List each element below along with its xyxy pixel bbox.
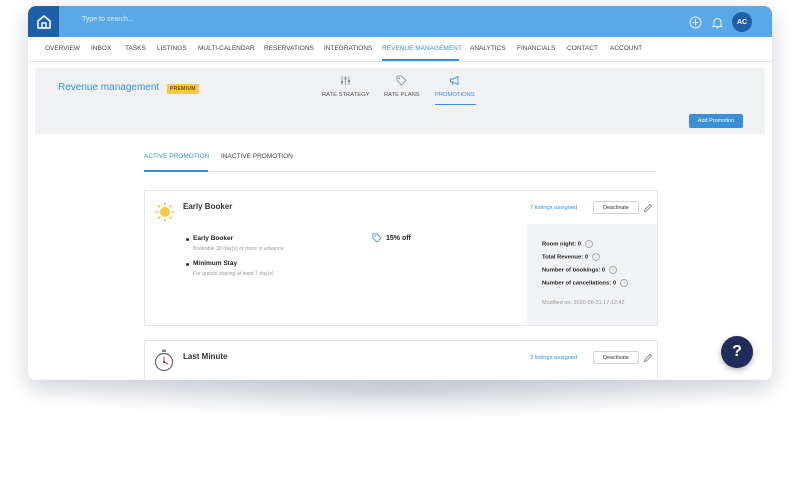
nav-tasks[interactable]: TASKS [125,45,146,52]
condition-title: Early Booker [193,235,234,242]
edit-pencil-icon[interactable] [643,353,653,363]
nav-multi-calendar[interactable]: MULTI-CALENDAR [198,45,255,52]
nav-revenue-management[interactable]: REVENUE MANAGEMENT [382,45,462,52]
nav-financials[interactable]: FINANCIALS [517,45,555,52]
discount-tag-icon [372,233,382,243]
add-circle-icon[interactable] [688,15,702,29]
stat-cancellations-text: Number of cancellations: 0 [542,280,617,287]
bell-icon[interactable] [710,15,724,29]
condition-title: Minimum Stay [193,260,238,267]
nav-analytics[interactable]: ANALYTICS [470,45,506,52]
search-input[interactable]: Type to search... [82,16,134,23]
help-circle-icon[interactable]: ? [620,279,629,287]
promotion-card-early-booker: Early Booker 7 listings assigned Deactiv… [144,190,658,326]
page-header: Revenue management PREMIUM RATE STRATEGY… [35,68,765,134]
drag-handle-icon[interactable]: · · · [757,346,759,359]
stat-bookings-text: Number of bookings: 0 [542,267,606,274]
main-nav: OVERVIEW INBOX TASKS LISTINGS MULTI-CALE… [28,37,772,62]
condition-detail: Bookable 30 day(s) or more in advance [193,246,284,252]
nav-account[interactable]: ACCOUNT [610,45,642,52]
discount-value: 15% off [386,235,411,242]
user-avatar[interactable]: AC [732,12,752,32]
tab-rate-plans[interactable]: RATE PLANS [384,75,420,98]
promotion-name: Early Booker [183,202,233,211]
tab-promotions[interactable]: PROMOTIONS [435,75,475,98]
app-window: Type to search... AC OVERVIEW INBOX TASK… [28,6,772,380]
nav-reservations[interactable]: RESERVATIONS [264,45,314,52]
help-circle-icon[interactable]: ? [591,253,600,261]
add-promotion-button[interactable]: Add Promotion [689,114,743,128]
top-icons: AC [688,12,752,32]
tab-promotions-label: PROMOTIONS [435,92,475,98]
help-circle-icon[interactable]: ? [609,266,618,274]
premium-badge: PREMIUM [167,84,199,94]
edit-pencil-icon[interactable] [643,203,653,213]
promo-tab-active-indicator [144,170,208,172]
top-bar: Type to search... AC [28,6,772,37]
stat-room-night-text: Room night: 0 [542,241,581,248]
stat-room-night: Room night: 0? [542,240,593,248]
nav-inbox[interactable]: INBOX [91,45,111,52]
promotion-card-last-minute: Last Minute 3 listings assigned Deactiva… [144,340,658,380]
promo-tabs-divider [144,171,656,172]
bullet-dot [186,263,189,266]
tab-rate-strategy-label: RATE STRATEGY [322,92,370,98]
listings-assigned-link[interactable]: 7 listings assigned [530,205,577,211]
stats-panel: Room night: 0? Total Revenue: 0? Number … [527,224,657,325]
nav-overview[interactable]: OVERVIEW [45,45,80,52]
sun-icon [155,202,175,222]
condition-detail: For guests staying at least 7 day(s) [193,271,274,277]
bullet-dot [186,238,189,241]
promotion-name: Last Minute [183,352,228,361]
nav-contact[interactable]: CONTACT [567,45,598,52]
listings-assigned-link[interactable]: 3 listings assigned [530,355,577,361]
tag-icon [396,75,407,86]
content-area: Revenue management PREMIUM RATE STRATEGY… [35,68,765,380]
megaphone-icon [450,75,459,86]
nav-integrations[interactable]: INTEGRATIONS [324,45,372,52]
page-title: Revenue management [58,82,160,93]
deactivate-button[interactable]: Deactivate [593,201,639,214]
tab-inactive-promotion[interactable]: INACTIVE PROMOTION [221,153,293,160]
tab-rate-strategy[interactable]: RATE STRATEGY [322,75,369,98]
stat-cancellations: Number of cancellations: 0? [542,279,629,287]
help-circle-icon[interactable]: ? [584,240,593,248]
nav-active-indicator [382,59,459,61]
stopwatch-icon [154,349,174,372]
tab-active-promotion[interactable]: ACTIVE PROMOTION [144,153,209,160]
stat-bookings: Number of bookings: 0? [542,266,618,274]
subtab-active-indicator [435,104,476,105]
sliders-icon [341,76,351,85]
nav-listings[interactable]: LISTINGS [157,45,187,52]
tab-rate-plans-label: RATE PLANS [384,92,420,98]
stat-total-revenue: Total Revenue: 0? [542,253,600,261]
home-logo-icon[interactable] [28,6,59,37]
modified-date: Modified on: 2020-08-31 17:12:42 [542,300,625,306]
stat-total-revenue-text: Total Revenue: 0 [542,254,588,261]
help-button[interactable]: ? [721,336,753,368]
deactivate-button[interactable]: Deactivate [593,351,639,364]
promotions-panel: ACTIVE PROMOTION INACTIVE PROMOTION Earl… [35,134,765,380]
